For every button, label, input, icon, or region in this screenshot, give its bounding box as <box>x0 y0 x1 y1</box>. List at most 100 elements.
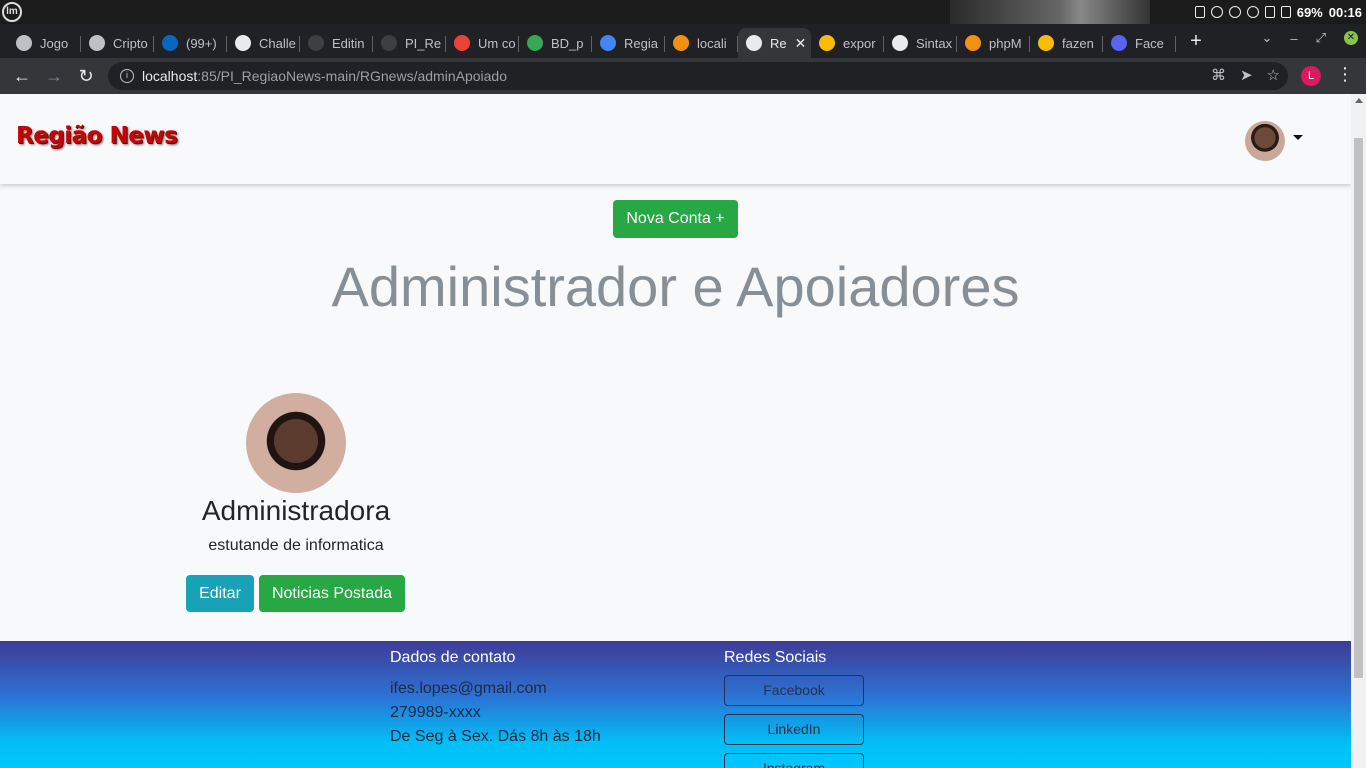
restore-icon[interactable]: ⤢ <box>1316 30 1326 46</box>
tab-label: expor <box>843 35 876 51</box>
browser-tab[interactable]: Um co <box>446 28 519 58</box>
tab-label: Re <box>770 35 787 51</box>
translate-icon[interactable]: ⌘ <box>1211 66 1226 84</box>
github-icon <box>308 35 324 51</box>
user-avatar[interactable] <box>1245 121 1285 161</box>
shield-icon[interactable] <box>1210 6 1223 18</box>
close-tab-icon[interactable]: ✕ <box>795 35 807 52</box>
github-icon <box>381 35 397 51</box>
close-window-icon[interactable]: ✕ <box>1344 31 1358 45</box>
new-tab-button[interactable]: + <box>1186 30 1206 53</box>
scroll-thumb[interactable] <box>1354 138 1363 678</box>
tab-search-icon[interactable]: ⌄ <box>1261 30 1272 46</box>
wallpaper-strip <box>950 0 1150 24</box>
forward-icon[interactable]: → <box>42 64 66 88</box>
browser-tab[interactable]: Jogo <box>8 28 81 58</box>
browser-tab[interactable]: fazen <box>1030 28 1103 58</box>
tab-strip: Jogo Cripto (99+) Challe Editin PI_Re Um co BD_… <box>0 24 1366 58</box>
browser-toolbar: ← → ↻ i localhost:85/PI_RegiaoNews-main/… <box>0 58 1366 94</box>
back-icon[interactable]: ← <box>10 64 34 88</box>
os-top-bar: lm 69% 00:16 <box>0 0 1366 24</box>
browser-tab[interactable]: Challe <box>227 28 300 58</box>
profile-description: estutande de informatica <box>208 537 384 554</box>
page-scrollbar[interactable] <box>1351 94 1366 768</box>
volume-icon[interactable] <box>1264 6 1275 18</box>
new-account-button[interactable]: Nova Conta + <box>613 200 738 238</box>
globe-icon <box>16 35 32 51</box>
browser-menu-icon[interactable]: ⋮ <box>1336 64 1354 85</box>
clock[interactable]: 00:16 <box>1329 5 1362 20</box>
tab-label: BD_p <box>551 35 584 51</box>
web-page: Região News Nova Conta + Administrador e… <box>0 94 1351 768</box>
send-icon[interactable]: ➤ <box>1240 66 1253 84</box>
globe-icon <box>89 35 105 51</box>
tab-label: fazen <box>1062 35 1094 51</box>
browser-tab[interactable]: Regia <box>592 28 665 58</box>
browser-tab[interactable]: phpM <box>957 28 1030 58</box>
browser-tab[interactable]: BD_p <box>519 28 592 58</box>
contact-email: ifes.lopes@gmail.com <box>390 680 547 697</box>
edit-button[interactable]: Editar <box>186 575 254 612</box>
profile-avatar[interactable]: L <box>1301 66 1321 86</box>
contact-hours: De Seg à Sex. Dás 8h às 18h <box>390 728 601 745</box>
browser-tab[interactable]: locali <box>665 28 738 58</box>
mint-menu-icon[interactable]: lm <box>2 2 22 22</box>
google-icon <box>1038 35 1054 51</box>
instagram-button[interactable]: Instagram <box>724 753 864 768</box>
site-navbar: Região News <box>0 94 1351 184</box>
browser-tab[interactable]: expor <box>811 28 884 58</box>
site-footer: Dados de contato ifes.lopes@gmail.com 27… <box>0 641 1351 768</box>
drive-icon <box>527 35 543 51</box>
scroll-up-arrow-icon[interactable] <box>1355 98 1363 103</box>
address-bar[interactable]: i localhost:85/PI_RegiaoNews-main/RGnews… <box>108 62 1288 90</box>
tab-label: PI_Re <box>405 35 442 51</box>
page-title: Administrador e Apoiadores <box>331 255 1020 318</box>
posted-news-button[interactable]: Noticias Postada <box>259 575 405 612</box>
tab-label: (99+) <box>186 35 217 51</box>
bookmark-star-icon[interactable]: ☆ <box>1267 66 1280 84</box>
wifi-icon[interactable] <box>1246 6 1259 18</box>
tab-label: Challe <box>259 35 296 51</box>
site-info-icon[interactable]: i <box>120 69 134 83</box>
system-tray: 69% 00:16 <box>1194 0 1362 24</box>
browser-tab[interactable]: PI_Re <box>373 28 446 58</box>
linkedin-button[interactable]: LinkedIn <box>724 714 864 745</box>
minimize-icon[interactable]: – <box>1290 31 1297 46</box>
tab-label: locali <box>697 35 727 51</box>
browser-tab[interactable]: Face <box>1103 28 1176 58</box>
gmail-icon <box>454 35 470 51</box>
browser-tab[interactable]: Re ✕ <box>738 28 811 58</box>
phpmyadmin-icon <box>965 35 981 51</box>
linkedin-icon <box>162 35 178 51</box>
contact-title: Dados de contato <box>390 649 516 666</box>
tab-label: Jogo <box>40 35 69 51</box>
tab-separator <box>1175 36 1176 52</box>
url-path: :85/PI_RegiaoNews-main/RGnews/adminApoia… <box>197 68 507 84</box>
docs-icon <box>600 35 616 51</box>
user-menu-caret-icon[interactable] <box>1293 135 1303 140</box>
bluetooth-icon[interactable] <box>1194 6 1205 18</box>
google-icon <box>819 35 835 51</box>
browser-tab[interactable]: Cripto <box>81 28 154 58</box>
terminal-icon <box>1111 35 1127 51</box>
social-title: Redes Sociais <box>724 649 827 666</box>
tab-label: phpM <box>989 35 1022 51</box>
facebook-button[interactable]: Facebook <box>724 675 864 706</box>
url-host: localhost <box>142 68 198 84</box>
window-controls: ⌄ – ⤢ ✕ <box>1261 30 1358 46</box>
tab-label: Um co <box>478 35 516 51</box>
browser-tab[interactable]: (99+) <box>154 28 227 58</box>
browser-tab[interactable]: Sintax <box>884 28 957 58</box>
admin-photo <box>246 393 346 493</box>
tab-label: Regia <box>624 35 658 51</box>
contact-section: Dados de contato ifes.lopes@gmail.com 27… <box>390 649 601 749</box>
globe-icon <box>746 35 762 51</box>
browser-tab[interactable]: Editin <box>300 28 373 58</box>
intel-icon[interactable] <box>1228 6 1241 18</box>
battery-icon[interactable] <box>1280 6 1291 18</box>
trello-icon <box>235 35 251 51</box>
reload-icon[interactable]: ↻ <box>74 64 98 88</box>
site-logo[interactable]: Região News <box>16 123 178 149</box>
profile-name: Administradora <box>201 495 391 526</box>
social-section: Redes Sociais Facebook LinkedIn Instagra… <box>724 649 864 768</box>
